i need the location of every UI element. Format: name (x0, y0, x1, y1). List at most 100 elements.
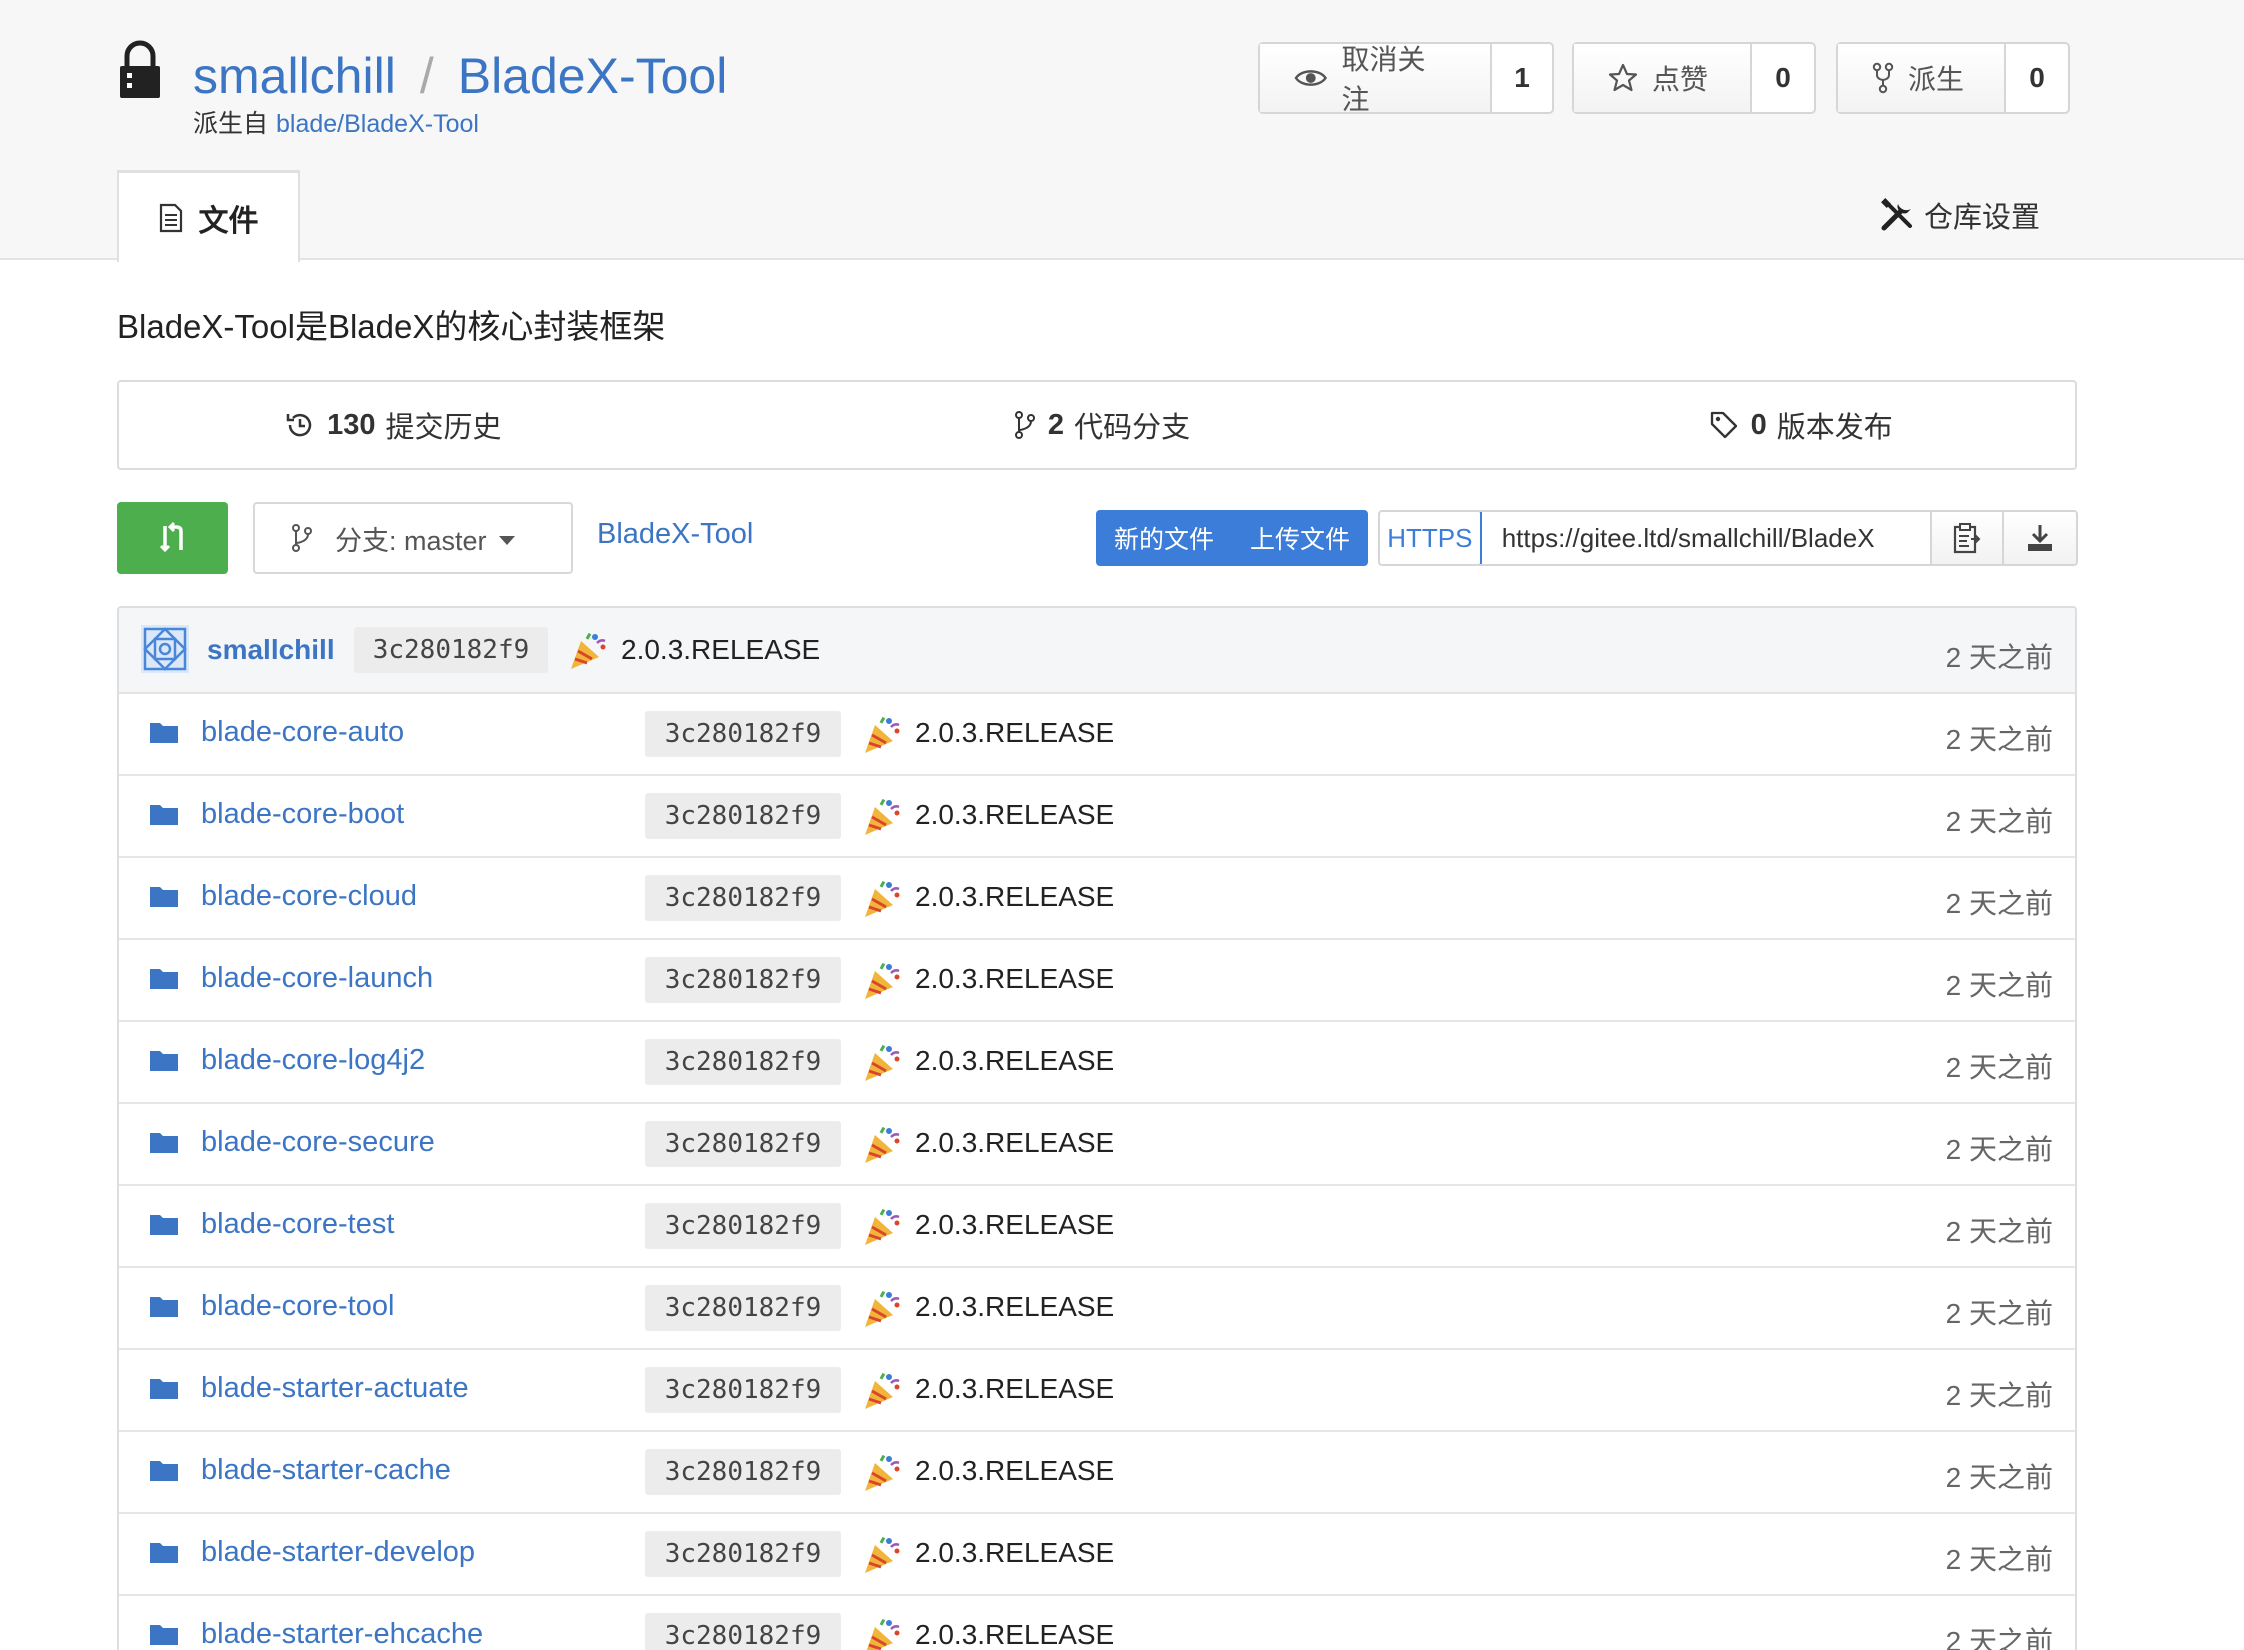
commit-sha[interactable]: 3c280182f9 (645, 875, 841, 921)
commit-sha[interactable]: 3c280182f9 (645, 957, 841, 1003)
file-name-link[interactable]: blade-starter-cache (201, 1454, 451, 1487)
tab-files[interactable]: 文件 (117, 170, 300, 262)
commits-stat[interactable]: 130 提交历史 (119, 382, 828, 468)
party-popper-icon (865, 1454, 900, 1491)
new-file-button[interactable]: 新的文件 (1096, 510, 1232, 566)
pull-request-button[interactable] (117, 502, 228, 574)
tab-files-label: 文件 (198, 204, 259, 238)
file-row[interactable]: blade-core-boot 3c280182f9 2.0.3.RELEASE… (119, 776, 2075, 858)
breadcrumb-repo-link[interactable]: BladeX-Tool (597, 518, 753, 551)
download-icon (2028, 525, 2053, 551)
repo-stats-bar: 130 提交历史 2 代码分支 0 版本发布 (117, 380, 2077, 470)
tag-icon (1710, 411, 1737, 439)
file-name-link[interactable]: blade-core-launch (201, 962, 433, 995)
commit-sha[interactable]: 3c280182f9 (645, 1121, 841, 1167)
commit-message[interactable]: 2.0.3.RELEASE (915, 1537, 1114, 1569)
commit-message[interactable]: 2.0.3.RELEASE (915, 963, 1114, 995)
commit-sha[interactable]: 3c280182f9 (645, 793, 841, 839)
document-icon (159, 203, 182, 232)
watch-count[interactable]: 1 (1492, 44, 1552, 112)
branch-dropdown[interactable]: 分支: master (253, 502, 573, 574)
unwatch-button[interactable]: 取消关注 (1260, 44, 1492, 115)
commit-time: 2 天之前 (1945, 970, 2053, 1001)
folder-icon (150, 1051, 178, 1071)
fork-count[interactable]: 0 (2006, 44, 2068, 112)
file-row[interactable]: blade-starter-cache 3c280182f9 2.0.3.REL… (119, 1432, 2075, 1514)
branches-stat[interactable]: 2 代码分支 (828, 382, 1377, 468)
clone-url-box: HTTPS https://gitee.ltd/smallchill/Blade… (1378, 510, 2078, 566)
party-popper-icon (865, 880, 900, 917)
file-table: smallchill 3c280182f9 2.0.3.RELEASE 2 天之… (117, 606, 2077, 1650)
commit-sha[interactable]: 3c280182f9 (645, 1531, 841, 1577)
commit-sha[interactable]: 3c280182f9 (354, 627, 548, 673)
fork-button[interactable]: 派生 (1838, 44, 2006, 112)
copy-button[interactable] (1932, 512, 2005, 564)
party-popper-icon (865, 962, 900, 999)
file-name-link[interactable]: blade-core-test (201, 1208, 394, 1241)
file-name-link[interactable]: blade-starter-actuate (201, 1372, 469, 1405)
caret-down-icon (498, 535, 515, 545)
latest-commit-author[interactable]: smallchill (207, 634, 335, 666)
avatar[interactable] (141, 625, 189, 673)
file-row[interactable]: blade-starter-develop 3c280182f9 2.0.3.R… (119, 1514, 2075, 1596)
star-button[interactable]: 点赞 (1574, 44, 1752, 112)
commit-time: 2 天之前 (1945, 1298, 2053, 1329)
releases-stat[interactable]: 0 版本发布 (1376, 382, 2075, 468)
file-row[interactable]: blade-core-auto 3c280182f9 2.0.3.RELEASE… (119, 694, 2075, 776)
star-count[interactable]: 0 (1752, 44, 1814, 112)
download-button[interactable] (2004, 512, 2076, 564)
commit-sha[interactable]: 3c280182f9 (645, 1203, 841, 1249)
commits-label: 提交历史 (385, 412, 502, 444)
tab-settings[interactable]: 仓库设置 (1880, 194, 2040, 236)
file-name-link[interactable]: blade-starter-develop (201, 1536, 475, 1569)
folder-icon (150, 1461, 178, 1481)
commit-message[interactable]: 2.0.3.RELEASE (915, 1455, 1114, 1487)
commit-message[interactable]: 2.0.3.RELEASE (915, 799, 1114, 831)
file-name-link[interactable]: blade-core-tool (201, 1290, 394, 1323)
file-row[interactable]: blade-core-secure 3c280182f9 2.0.3.RELEA… (119, 1104, 2075, 1186)
commit-sha[interactable]: 3c280182f9 (645, 711, 841, 757)
file-name-link[interactable]: blade-starter-ehcache (201, 1618, 483, 1650)
file-name-link[interactable]: blade-core-boot (201, 798, 404, 831)
clone-url-input[interactable]: https://gitee.ltd/smallchill/BladeX (1482, 512, 1933, 564)
eye-icon (1294, 70, 1328, 86)
file-row[interactable]: blade-core-log4j2 3c280182f9 2.0.3.RELEA… (119, 1022, 2075, 1104)
file-row[interactable]: blade-core-tool 3c280182f9 2.0.3.RELEASE… (119, 1268, 2075, 1350)
releases-count: 0 (1750, 408, 1767, 441)
commit-message[interactable]: 2.0.3.RELEASE (915, 1619, 1114, 1650)
repo-description: BladeX-Tool是BladeX的核心封装框架 (117, 308, 666, 345)
commit-sha[interactable]: 3c280182f9 (645, 1367, 841, 1413)
file-row[interactable]: blade-starter-actuate 3c280182f9 2.0.3.R… (119, 1350, 2075, 1432)
commit-sha[interactable]: 3c280182f9 (645, 1285, 841, 1331)
folder-icon (150, 969, 178, 989)
commit-sha[interactable]: 3c280182f9 (645, 1449, 841, 1495)
commit-sha[interactable]: 3c280182f9 (645, 1039, 841, 1085)
commit-message[interactable]: 2.0.3.RELEASE (915, 1127, 1114, 1159)
file-name-link[interactable]: blade-core-log4j2 (201, 1044, 425, 1077)
file-row[interactable]: blade-core-cloud 3c280182f9 2.0.3.RELEAS… (119, 858, 2075, 940)
repo-name-link[interactable]: BladeX-Tool (458, 48, 728, 104)
repo-owner-link[interactable]: smallchill (193, 48, 396, 104)
commit-message[interactable]: 2.0.3.RELEASE (915, 881, 1114, 913)
commit-message[interactable]: 2.0.3.RELEASE (915, 1373, 1114, 1405)
fork-source-link[interactable]: blade/BladeX-Tool (276, 110, 479, 138)
commit-time: 2 天之前 (1945, 1544, 2053, 1575)
upload-file-button[interactable]: 上传文件 (1232, 510, 1368, 566)
fork-icon (1872, 62, 1894, 94)
file-row[interactable]: blade-core-test 3c280182f9 2.0.3.RELEASE… (119, 1186, 2075, 1268)
commit-sha[interactable]: 3c280182f9 (645, 1613, 841, 1650)
commit-message[interactable]: 2.0.3.RELEASE (621, 634, 820, 666)
file-name-link[interactable]: blade-core-secure (201, 1126, 435, 1159)
commit-message[interactable]: 2.0.3.RELEASE (915, 717, 1114, 749)
file-name-link[interactable]: blade-core-auto (201, 716, 404, 749)
file-list: blade-core-auto 3c280182f9 2.0.3.RELEASE… (119, 694, 2075, 1650)
file-row[interactable]: blade-starter-ehcache 3c280182f9 2.0.3.R… (119, 1596, 2075, 1650)
commit-message[interactable]: 2.0.3.RELEASE (915, 1291, 1114, 1323)
commit-message[interactable]: 2.0.3.RELEASE (915, 1045, 1114, 1077)
commit-time: 2 天之前 (1945, 1626, 2053, 1650)
file-name-link[interactable]: blade-core-cloud (201, 880, 417, 913)
clone-protocol-button[interactable]: HTTPS (1380, 512, 1482, 564)
commit-time: 2 天之前 (1945, 724, 2053, 755)
commit-message[interactable]: 2.0.3.RELEASE (915, 1209, 1114, 1241)
file-row[interactable]: blade-core-launch 3c280182f9 2.0.3.RELEA… (119, 940, 2075, 1022)
